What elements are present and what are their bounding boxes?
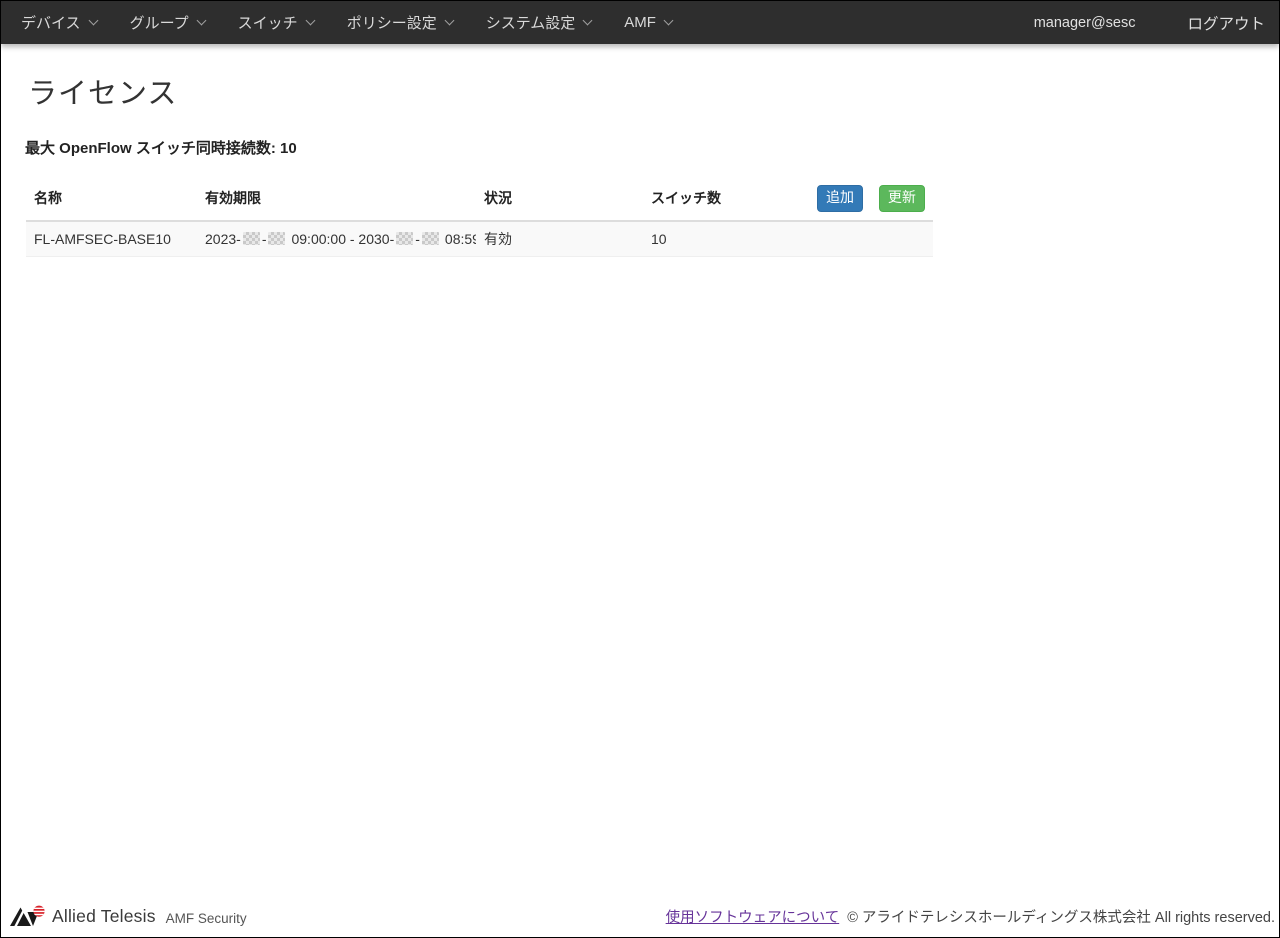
page-title: ライセンス <box>28 70 1279 112</box>
license-switch-count-cell: 10 <box>643 221 809 257</box>
nav-item-system-settings[interactable]: システム設定 <box>486 12 592 33</box>
license-name-cell: FL-AMFSEC-BASE10 <box>26 221 197 257</box>
license-actions-cell <box>809 221 933 257</box>
nav-item-label: ポリシー設定 <box>347 12 437 33</box>
nav-item-amf[interactable]: AMF <box>624 14 672 31</box>
nav-item-devices[interactable]: デバイス <box>21 12 97 33</box>
logout-button[interactable]: ログアウト <box>1187 12 1265 34</box>
chevron-down-icon <box>305 15 315 25</box>
logged-in-user: manager@sesc <box>1034 15 1136 31</box>
validity-text: 2023- <box>205 231 241 247</box>
nav-item-label: デバイス <box>21 12 81 33</box>
allied-telesis-logo-icon <box>9 904 46 928</box>
column-header-switch-count: スイッチ数 <box>643 179 809 221</box>
add-button[interactable]: 追加 <box>817 185 863 212</box>
update-button[interactable]: 更新 <box>879 185 925 212</box>
column-header-name: 名称 <box>26 179 197 221</box>
nav-item-label: AMF <box>624 14 656 31</box>
license-validity-cell: 2023- - 09:00:00 - 2030- - 08:59:59 <box>197 221 476 257</box>
max-openflow-connections: 最大 OpenFlow スイッチ同時接続数: 10 <box>25 137 1279 158</box>
top-navbar: デバイス グループ スイッチ ポリシー設定 システム設定 AMF manager… <box>1 1 1279 44</box>
validity-text: - <box>262 231 267 247</box>
redacted-block <box>422 232 439 245</box>
column-header-validity: 有効期限 <box>197 179 476 221</box>
copyright-text: © アライドテレシスホールディングス株式会社 All rights reserv… <box>847 906 1275 927</box>
nav-item-label: システム設定 <box>486 12 576 33</box>
footer: Allied Telesis AMF Security 使用ソフトウェアについて… <box>1 900 1279 936</box>
software-info-link[interactable]: 使用ソフトウェアについて <box>666 906 840 927</box>
brand-name: Allied Telesis <box>52 906 156 927</box>
table-header-row: 名称 有効期限 状況 スイッチ数 追加 更新 <box>26 179 933 221</box>
nav-item-label: スイッチ <box>238 12 298 33</box>
main-content: ライセンス 最大 OpenFlow スイッチ同時接続数: 10 名称 有効期限 … <box>1 70 1279 257</box>
table-row: FL-AMFSEC-BASE10 2023- - 09:00:00 - 2030- -… <box>26 221 933 257</box>
chevron-down-icon <box>444 15 454 25</box>
nav-item-label: グループ <box>130 12 189 33</box>
validity-text: 08:59:59 <box>445 231 476 247</box>
validity-text: - <box>415 231 420 247</box>
table-actions-cell: 追加 更新 <box>809 179 933 221</box>
nav-item-policy-settings[interactable]: ポリシー設定 <box>347 12 453 33</box>
chevron-down-icon <box>88 15 98 25</box>
nav-item-switches[interactable]: スイッチ <box>238 12 314 33</box>
license-status-cell: 有効 <box>476 221 643 257</box>
redacted-block <box>243 232 260 245</box>
nav-item-groups[interactable]: グループ <box>130 12 205 33</box>
redacted-block <box>396 232 413 245</box>
app-window: デバイス グループ スイッチ ポリシー設定 システム設定 AMF manager… <box>0 0 1280 938</box>
chevron-down-icon <box>663 15 673 25</box>
license-table: 名称 有効期限 状況 スイッチ数 追加 更新 FL-AMFSEC-BASE10 … <box>26 179 933 257</box>
chevron-down-icon <box>196 15 206 25</box>
product-name: AMF Security <box>166 911 247 926</box>
redacted-block <box>268 232 285 245</box>
column-header-status: 状況 <box>476 179 643 221</box>
allied-telesis-logo: Allied Telesis <box>9 904 156 928</box>
validity-text: 09:00:00 - 2030- <box>291 231 394 247</box>
chevron-down-icon <box>583 15 593 25</box>
